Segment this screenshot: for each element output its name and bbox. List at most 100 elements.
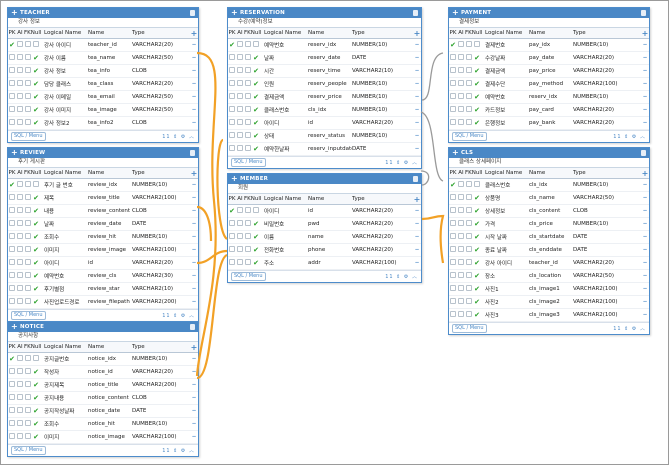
column-name-cell[interactable]: notice_idx [88, 356, 132, 362]
table-comment[interactable]: 후기 게시판 [8, 158, 198, 168]
logical-name-cell[interactable]: 종료 날짜 [481, 246, 529, 254]
ai-checkbox[interactable] [16, 368, 24, 376]
fk-checkbox[interactable] [244, 54, 252, 62]
logical-name-cell[interactable]: 결제금액 [260, 93, 308, 101]
ai-checkbox[interactable] [16, 259, 24, 267]
type-cell[interactable]: CLOB [132, 395, 190, 401]
fk-checkbox[interactable] [465, 93, 473, 101]
remove-column-icon[interactable]: − [190, 195, 198, 201]
column-name-cell[interactable]: tea_email [88, 94, 132, 100]
ai-checkbox[interactable] [16, 67, 24, 75]
null-checkbox[interactable] [32, 181, 40, 189]
add-column-icon[interactable]: + [641, 169, 649, 178]
ai-checkbox[interactable] [16, 119, 24, 127]
logical-name-cell[interactable]: 후기별점 [40, 285, 88, 293]
add-column-icon[interactable]: + [413, 195, 421, 204]
fk-checkbox[interactable] [24, 298, 32, 306]
null-check-icon[interactable]: ✔ [32, 220, 40, 228]
remove-column-icon[interactable]: − [190, 182, 198, 188]
ai-checkbox[interactable] [457, 106, 465, 114]
ai-checkbox[interactable] [16, 420, 24, 428]
fk-checkbox[interactable] [244, 207, 252, 215]
remove-column-icon[interactable]: − [190, 421, 198, 427]
remove-column-icon[interactable]: − [190, 273, 198, 279]
column-name-cell[interactable]: notice_id [88, 369, 132, 375]
ai-checkbox[interactable] [16, 41, 24, 49]
footer-icons[interactable]: 11 ⇕ ⚙ ︿ [385, 273, 418, 280]
logical-name-cell[interactable]: 장소 [481, 272, 529, 280]
ai-checkbox[interactable] [457, 272, 465, 280]
null-check-icon[interactable]: ✔ [252, 233, 260, 241]
ai-checkbox[interactable] [457, 311, 465, 319]
column-name-cell[interactable]: review_date [88, 221, 132, 227]
fk-checkbox[interactable] [24, 93, 32, 101]
ai-checkbox[interactable] [457, 41, 465, 49]
logical-name-cell[interactable]: 아이디 [260, 119, 308, 127]
logical-name-cell[interactable]: 클래스번호 [260, 106, 308, 114]
lock-icon[interactable] [413, 10, 418, 16]
sql-menu-button[interactable]: SQL / Menu [452, 132, 487, 141]
pk-checkbox[interactable] [8, 207, 16, 215]
logical-name-cell[interactable]: 예약번호 [260, 41, 308, 49]
type-cell[interactable]: DATE [132, 221, 190, 227]
pk-checkbox[interactable] [8, 67, 16, 75]
remove-column-icon[interactable]: − [413, 68, 421, 74]
logical-name-cell[interactable]: 날짜 [260, 54, 308, 62]
remove-column-icon[interactable]: − [413, 260, 421, 266]
remove-column-icon[interactable]: − [190, 369, 198, 375]
null-check-icon[interactable]: ✔ [32, 119, 40, 127]
logical-name-cell[interactable]: 작성자 [40, 368, 88, 376]
fk-checkbox[interactable] [24, 368, 32, 376]
table-comment[interactable]: 클래스 상세페이지 [449, 158, 649, 168]
fk-checkbox[interactable] [24, 355, 32, 363]
pk-check-icon[interactable]: ✔ [449, 41, 457, 49]
ai-checkbox[interactable] [16, 80, 24, 88]
pk-checkbox[interactable] [8, 246, 16, 254]
type-cell[interactable]: VARCHAR2(50) [573, 195, 641, 201]
ai-checkbox[interactable] [236, 246, 244, 254]
fk-checkbox[interactable] [244, 80, 252, 88]
column-name-cell[interactable]: phone [308, 247, 352, 253]
type-cell[interactable]: NUMBER(10) [352, 133, 413, 139]
fk-checkbox[interactable] [244, 259, 252, 267]
remove-column-icon[interactable]: − [190, 247, 198, 253]
logical-name-cell[interactable]: 이미지 [40, 246, 88, 254]
pk-checkbox[interactable] [449, 311, 457, 319]
fk-checkbox[interactable] [24, 181, 32, 189]
logical-name-cell[interactable]: 가격 [481, 220, 529, 228]
ai-checkbox[interactable] [16, 272, 24, 280]
ai-checkbox[interactable] [236, 67, 244, 75]
type-cell[interactable]: VARCHAR2(100) [573, 312, 641, 318]
null-check-icon[interactable]: ✔ [32, 246, 40, 254]
null-check-icon[interactable]: ✔ [473, 311, 481, 319]
type-cell[interactable]: VARCHAR2(20) [352, 208, 413, 214]
fk-checkbox[interactable] [24, 381, 32, 389]
lock-icon[interactable] [413, 176, 418, 182]
ai-checkbox[interactable] [236, 93, 244, 101]
pk-checkbox[interactable] [228, 80, 236, 88]
fk-checkbox[interactable] [244, 119, 252, 127]
ai-checkbox[interactable] [16, 407, 24, 415]
table-comment[interactable]: 결제정보 [449, 18, 649, 28]
remove-column-icon[interactable]: − [641, 182, 649, 188]
logical-name-cell[interactable]: 예약번호 [481, 93, 529, 101]
remove-column-icon[interactable]: − [190, 382, 198, 388]
null-check-icon[interactable]: ✔ [32, 394, 40, 402]
column-name-cell[interactable]: id [308, 120, 352, 126]
remove-column-icon[interactable]: − [641, 234, 649, 240]
remove-column-icon[interactable]: − [190, 55, 198, 61]
null-checkbox[interactable] [32, 355, 40, 363]
pk-checkbox[interactable] [449, 106, 457, 114]
fk-checkbox[interactable] [465, 233, 473, 241]
null-check-icon[interactable]: ✔ [32, 233, 40, 241]
ai-checkbox[interactable] [236, 259, 244, 267]
null-check-icon[interactable]: ✔ [473, 194, 481, 202]
expand-plus-icon[interactable]: + [452, 7, 459, 18]
fk-checkbox[interactable] [465, 207, 473, 215]
sql-menu-button[interactable]: SQL / Menu [11, 132, 46, 141]
column-name-cell[interactable]: reserv_status [308, 133, 352, 139]
null-check-icon[interactable]: ✔ [32, 272, 40, 280]
logical-name-cell[interactable]: 날짜 [40, 220, 88, 228]
null-check-icon[interactable]: ✔ [473, 272, 481, 280]
fk-checkbox[interactable] [24, 41, 32, 49]
